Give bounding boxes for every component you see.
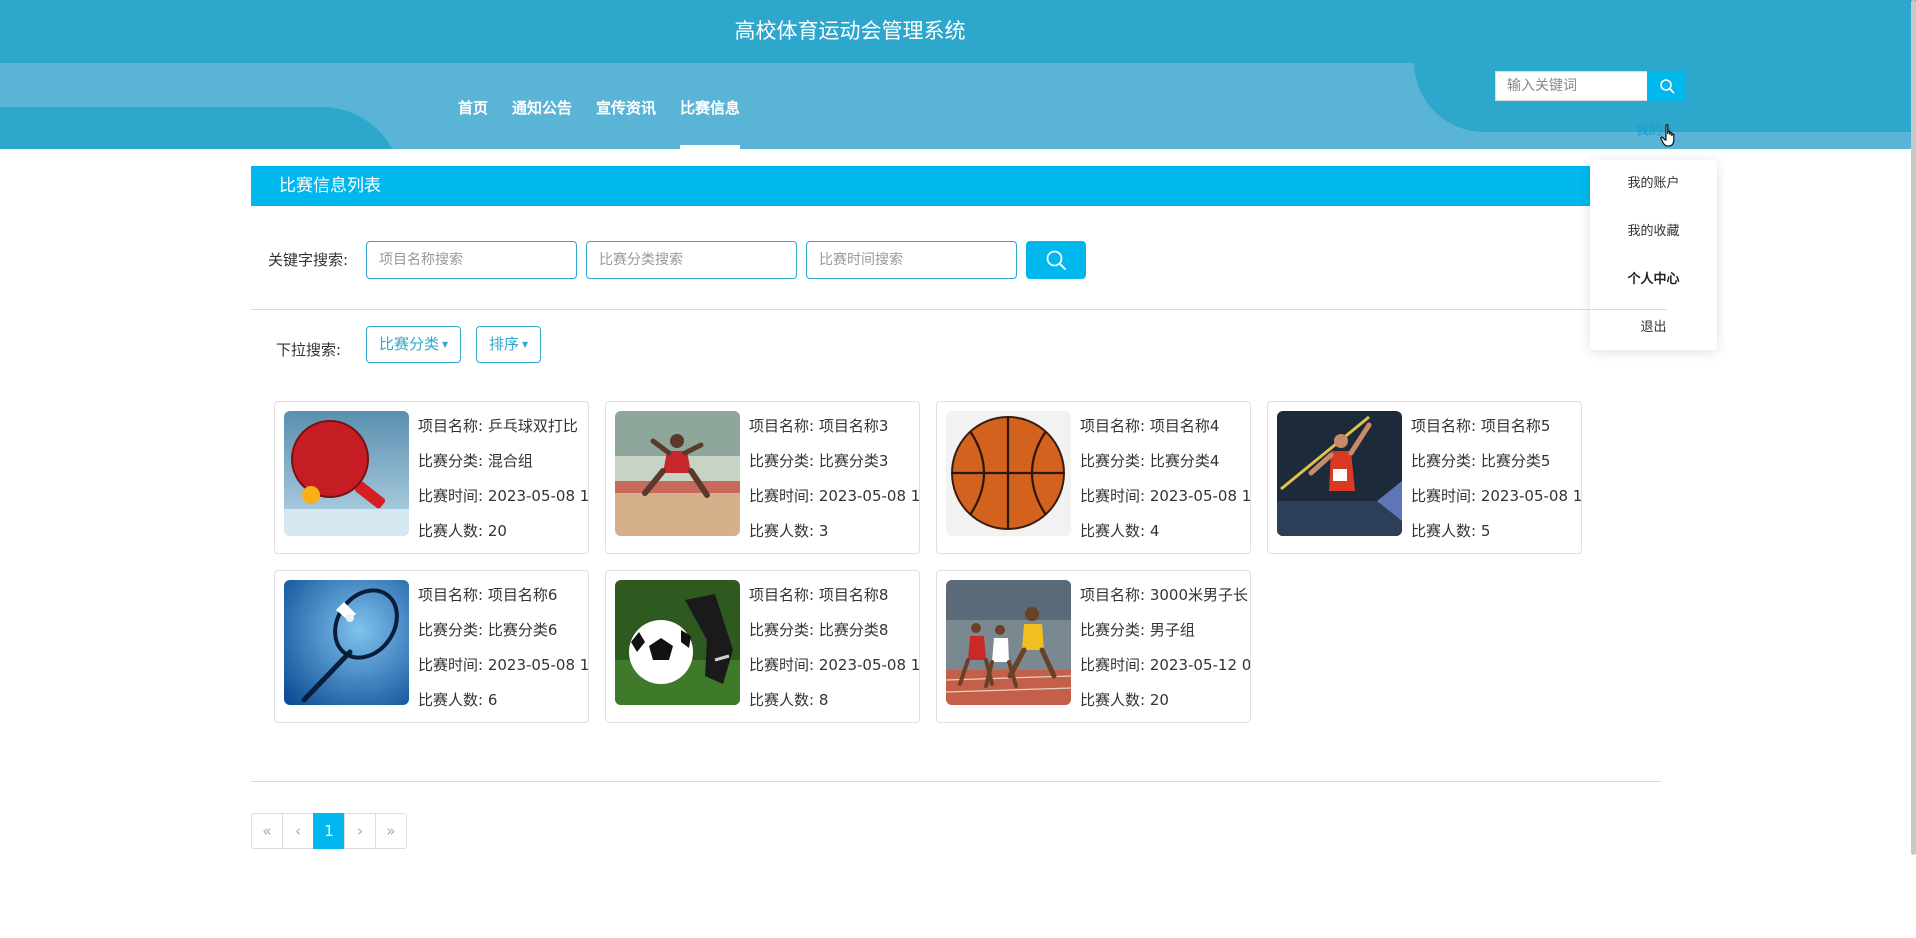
dropdown-search-label: 下拉搜索: — [276, 341, 342, 359]
category-filter-button[interactable]: 比赛分类 ▼ — [366, 326, 462, 363]
time-field: 比赛时间: 2023-05-08 1 — [418, 487, 588, 505]
nav-item-news[interactable]: 宣传资讯 — [596, 92, 656, 149]
nav-item-matches[interactable]: 比赛信息 — [680, 92, 741, 149]
soccer-image — [615, 580, 740, 705]
sort-filter-button[interactable]: 排序 ▼ — [476, 326, 542, 363]
header-search-input[interactable] — [1495, 71, 1647, 101]
chevron-down-icon: ▼ — [522, 340, 529, 349]
project-name-field: 项目名称: 项目名称3 — [749, 417, 889, 435]
match-card[interactable]: 项目名称: 项目名称3 比赛分类: 比赛分类3 比赛时间: 2023-05-08… — [605, 401, 920, 554]
chevron-down-icon: ▼ — [442, 340, 449, 349]
pagination-last-button[interactable]: » — [375, 813, 407, 849]
participant-count-field: 比赛人数: 6 — [418, 691, 498, 709]
nav-item-home[interactable]: 首页 — [458, 92, 488, 149]
page-scrollbar[interactable] — [1911, 0, 1916, 855]
project-name-field: 项目名称: 项目名称5 — [1411, 417, 1551, 435]
participant-count-field: 比赛人数: 8 — [749, 691, 829, 709]
time-field: 比赛时间: 2023-05-08 1 — [749, 487, 919, 505]
javelin-image — [1277, 411, 1402, 536]
divider — [251, 781, 1661, 782]
match-card[interactable]: 项目名称: 3000米男子长 比赛分类: 男子组 比赛时间: 2023-05-1… — [936, 570, 1251, 723]
user-dropdown-menu: 我的账户 我的收藏 个人中心 退出 — [1590, 160, 1717, 350]
project-name-field: 项目名称: 项目名称8 — [749, 586, 889, 604]
badminton-image — [284, 580, 409, 705]
menu-item-my-favorites[interactable]: 我的收藏 — [1590, 208, 1717, 256]
menu-item-logout[interactable]: 退出 — [1590, 304, 1717, 352]
keyword-search-label: 关键字搜索: — [268, 251, 349, 269]
section-title: 比赛信息列表 — [251, 166, 1667, 206]
keyword-search-button[interactable] — [1026, 241, 1086, 279]
participant-count-field: 比赛人数: 20 — [418, 522, 507, 540]
category-search-input[interactable] — [586, 241, 797, 279]
header-left-wave — [0, 107, 402, 149]
pagination-first-button[interactable]: « — [251, 813, 283, 849]
category-field: 比赛分类: 比赛分类3 — [749, 452, 889, 470]
main-nav: 首页 通知公告 宣传资讯 比赛信息 — [458, 92, 764, 149]
menu-item-personal-center[interactable]: 个人中心 — [1590, 256, 1717, 304]
match-card[interactable]: 项目名称: 乒乓球双打比 比赛分类: 混合组 比赛时间: 2023-05-08 … — [274, 401, 589, 554]
category-field: 比赛分类: 男子组 — [1080, 621, 1195, 639]
participant-count-field: 比赛人数: 4 — [1080, 522, 1160, 540]
category-field: 比赛分类: 比赛分类6 — [418, 621, 558, 639]
match-card[interactable]: 项目名称: 项目名称8 比赛分类: 比赛分类8 比赛时间: 2023-05-08… — [605, 570, 920, 723]
project-name-field: 项目名称: 项目名称6 — [418, 586, 558, 604]
project-name-search-input[interactable] — [366, 241, 577, 279]
time-field: 比赛时间: 2023-05-08 1 — [418, 656, 588, 674]
pagination-prev-button[interactable]: ‹ — [282, 813, 314, 849]
long-jump-image — [615, 411, 740, 536]
time-field: 比赛时间: 2023-05-08 1 — [1411, 487, 1581, 505]
search-icon — [1046, 250, 1066, 270]
participant-count-field: 比赛人数: 3 — [749, 522, 829, 540]
time-field: 比赛时间: 2023-05-08 1 — [1080, 487, 1250, 505]
pagination-next-button[interactable]: › — [344, 813, 376, 849]
nav-item-notices[interactable]: 通知公告 — [512, 92, 572, 149]
divider — [251, 309, 1667, 310]
project-name-field: 项目名称: 乒乓球双打比 — [418, 417, 578, 435]
table-tennis-image — [284, 411, 409, 536]
sort-filter-label: 排序 — [489, 335, 520, 353]
menu-item-my-account[interactable]: 我的账户 — [1590, 160, 1717, 208]
header-search — [1495, 71, 1686, 101]
category-field: 比赛分类: 比赛分类4 — [1080, 452, 1220, 470]
category-filter-label: 比赛分类 — [379, 335, 440, 353]
search-icon — [1659, 79, 1674, 94]
time-field: 比赛时间: 2023-05-12 0 — [1080, 656, 1250, 674]
match-card[interactable]: 项目名称: 项目名称6 比赛分类: 比赛分类6 比赛时间: 2023-05-08… — [274, 570, 589, 723]
time-search-input[interactable] — [806, 241, 1017, 279]
site-title: 高校体育运动会管理系统 — [734, 19, 966, 43]
participant-count-field: 比赛人数: 20 — [1080, 691, 1169, 709]
category-field: 比赛分类: 比赛分类5 — [1411, 452, 1551, 470]
participant-count-field: 比赛人数: 5 — [1411, 522, 1491, 540]
category-field: 比赛分类: 混合组 — [418, 452, 533, 470]
header-search-button[interactable] — [1647, 71, 1686, 101]
project-name-field: 项目名称: 项目名称4 — [1080, 417, 1220, 435]
match-card[interactable]: 项目名称: 项目名称4 比赛分类: 比赛分类4 比赛时间: 2023-05-08… — [936, 401, 1251, 554]
pagination-page-1[interactable]: 1 — [313, 813, 345, 849]
hand-cursor-icon — [1660, 124, 1675, 147]
running-image — [946, 580, 1071, 705]
user-menu-label: 我的 — [1636, 123, 1663, 139]
project-name-field: 项目名称: 3000米男子长 — [1080, 586, 1249, 604]
match-card[interactable]: 项目名称: 项目名称5 比赛分类: 比赛分类5 比赛时间: 2023-05-08… — [1267, 401, 1582, 554]
site-header: 高校体育运动会管理系统 首页 通知公告 宣传资讯 比赛信息 我的▼ — [0, 0, 1916, 149]
pagination: « ‹ 1 › » — [251, 813, 407, 849]
basketball-image — [946, 411, 1071, 536]
category-field: 比赛分类: 比赛分类8 — [749, 621, 889, 639]
time-field: 比赛时间: 2023-05-08 1 — [749, 656, 919, 674]
